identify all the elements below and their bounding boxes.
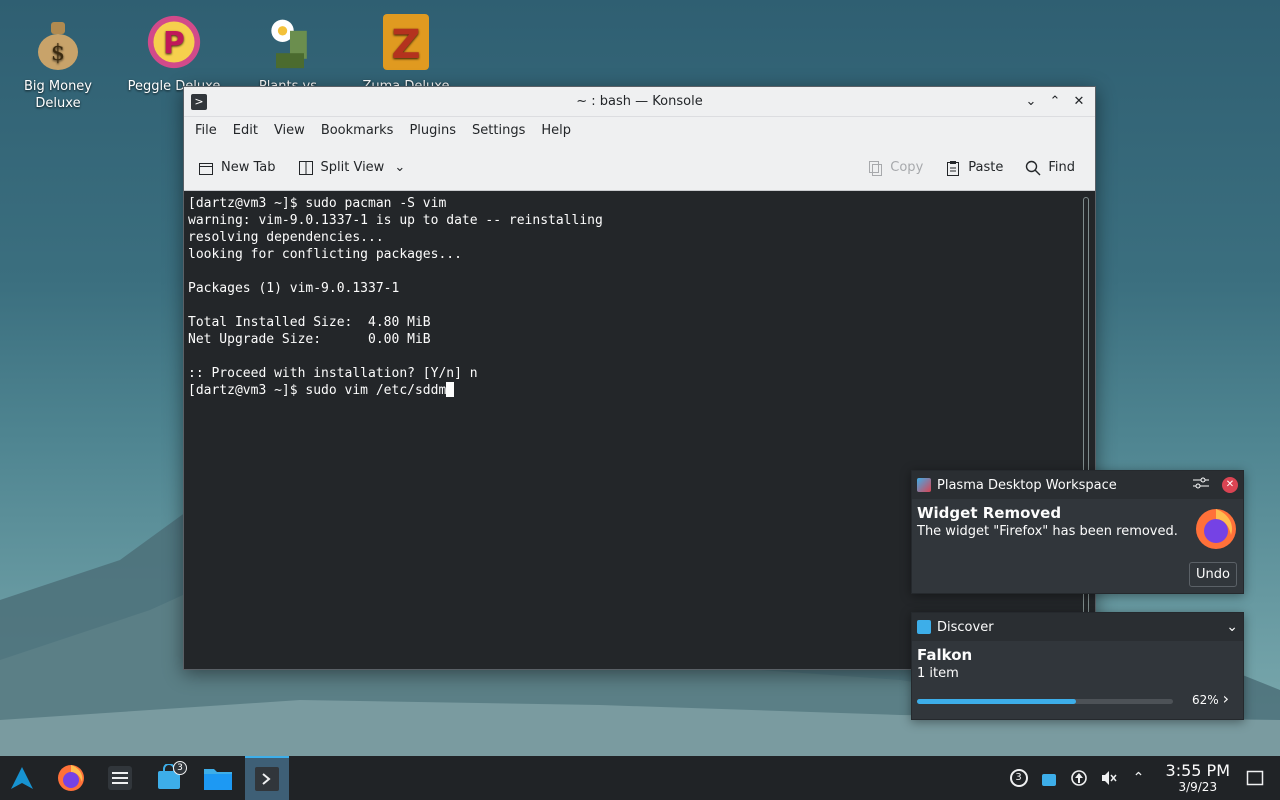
taskbar-konsole[interactable] — [245, 756, 289, 800]
show-desktop-icon[interactable] — [1244, 767, 1266, 789]
volume-muted-icon[interactable] — [1098, 767, 1120, 789]
notifications-count-icon[interactable]: 3 — [1008, 767, 1030, 789]
plants-icon — [262, 10, 318, 74]
menu-file[interactable]: File — [187, 117, 225, 145]
terminal-line: Packages (1) vim-9.0.1337-1 — [188, 281, 400, 296]
paste-icon — [943, 158, 963, 178]
copy-button[interactable]: Copy — [865, 158, 923, 178]
chevron-down-icon[interactable]: ⌄ — [394, 160, 405, 175]
copy-icon — [865, 158, 885, 178]
settings-icon — [108, 766, 132, 790]
desktop-icon-zuma[interactable]: Z Zuma Deluxe — [356, 2, 456, 95]
taskbar: 3 3 ⌃ 3:55 PM 3/9/23 — [0, 756, 1280, 800]
taskbar-dolphin[interactable] — [196, 756, 240, 800]
peggle-icon: P — [146, 10, 202, 74]
find-label: Find — [1048, 160, 1075, 175]
chevron-up-icon[interactable]: ⌃ — [1128, 767, 1150, 789]
terminal-prompt: [dartz@vm3 ~]$ sudo vim /etc/sddm — [188, 383, 447, 398]
paste-button[interactable]: Paste — [943, 158, 1003, 178]
zuma-icon: Z — [378, 10, 434, 74]
terminal-output[interactable]: [dartz@vm3 ~]$ sudo pacman -S vim warning… — [184, 191, 1084, 669]
notification-count-badge: 3 — [173, 761, 187, 775]
terminal-line: looking for conflicting packages... — [188, 247, 462, 262]
terminal-line: Net Upgrade Size: 0.00 MiB — [188, 332, 431, 347]
notification-text: 1 item — [917, 666, 959, 681]
notification-app-name: Plasma Desktop Workspace — [937, 477, 1117, 493]
menu-view[interactable]: View — [266, 117, 313, 145]
copy-label: Copy — [890, 160, 924, 175]
firefox-icon — [1193, 505, 1239, 555]
desktop-icon-big-money[interactable]: $ Big Money Deluxe — [8, 2, 108, 112]
firefox-icon — [58, 765, 84, 791]
new-tab-icon — [196, 158, 216, 178]
split-view-button[interactable]: Split View ⌄ — [296, 158, 405, 178]
taskbar-discover[interactable]: 3 — [147, 756, 191, 800]
notification-widget-removed: Plasma Desktop Workspace ✕ Widget Remove… — [911, 470, 1244, 594]
desktop-icon-label: Big Money Deluxe — [23, 79, 92, 111]
desktop-icon-plants-vs[interactable]: Plants vs. — [240, 2, 340, 95]
notification-text: The widget "Firefox" has been removed. — [917, 524, 1178, 539]
app-launcher-button[interactable] — [0, 756, 44, 800]
konsole-app-icon[interactable]: > — [191, 93, 207, 110]
configure-icon[interactable] — [1192, 476, 1210, 494]
svg-text:P: P — [163, 26, 185, 61]
toolbar: New Tab Split View ⌄ Copy Paste Find — [184, 145, 1095, 191]
new-tab-label: New Tab — [221, 160, 276, 175]
progress-bar — [917, 699, 1173, 704]
discover-updates-icon[interactable] — [1038, 767, 1060, 789]
window-title: ~ : bash — Konsole — [576, 94, 703, 109]
text-cursor — [446, 382, 455, 397]
terminal-line: ​ — [188, 263, 1080, 280]
menu-help[interactable]: Help — [533, 117, 579, 145]
notifications-count: 3 — [1009, 769, 1028, 787]
chevron-down-icon[interactable]: ⌄ — [1226, 619, 1238, 635]
notification-title: Falkon — [917, 646, 973, 664]
arch-logo-icon — [11, 767, 33, 789]
close-icon[interactable]: ✕ — [1222, 477, 1238, 493]
menu-bookmarks[interactable]: Bookmarks — [313, 117, 402, 145]
taskbar-system-settings[interactable] — [98, 756, 142, 800]
undo-button[interactable]: Undo — [1189, 562, 1237, 587]
svg-text:Z: Z — [391, 22, 420, 68]
clock[interactable]: 3:55 PM 3/9/23 — [1165, 761, 1230, 795]
progress-percent: 62% — [1192, 693, 1219, 707]
terminal-line: ​ — [188, 348, 1080, 365]
terminal-line: [dartz@vm3 ~]$ sudo pacman -S vim — [188, 196, 447, 211]
title-bar[interactable]: > ~ : bash — Konsole ⌄ ⌃ ✕ — [184, 87, 1095, 117]
find-button[interactable]: Find — [1023, 158, 1075, 178]
taskbar-firefox[interactable] — [49, 756, 93, 800]
menu-bar: File Edit View Bookmarks Plugins Setting… — [184, 117, 1095, 145]
discover-app-icon — [917, 620, 931, 634]
clock-date: 3/9/23 — [1178, 780, 1218, 794]
terminal-icon — [255, 767, 279, 791]
money-bag-icon: $ — [30, 10, 86, 74]
svg-text:$: $ — [51, 41, 65, 66]
notification-app-name: Discover — [937, 619, 994, 635]
terminal-line: ​ — [188, 297, 1080, 314]
notification-title: Widget Removed — [917, 504, 1062, 522]
new-tab-button[interactable]: New Tab — [196, 158, 276, 178]
maximize-icon[interactable]: ⌃ — [1045, 92, 1065, 112]
search-icon — [1023, 158, 1043, 178]
paste-label: Paste — [968, 160, 1004, 175]
terminal-line: Total Installed Size: 4.80 MiB — [188, 315, 431, 330]
folder-icon — [204, 769, 232, 790]
network-icon[interactable] — [1068, 767, 1090, 789]
clock-time: 3:55 PM — [1165, 761, 1230, 780]
minimize-icon[interactable]: ⌄ — [1021, 92, 1041, 112]
notification-discover: Discover ⌄ Falkon 1 item 62% › — [911, 612, 1244, 720]
menu-settings[interactable]: Settings — [464, 117, 533, 145]
close-icon[interactable]: ✕ — [1069, 92, 1089, 112]
menu-edit[interactable]: Edit — [225, 117, 266, 145]
chevron-right-icon[interactable]: › — [1223, 689, 1229, 708]
plasma-app-icon — [917, 478, 931, 492]
terminal-line: resolving dependencies... — [188, 230, 384, 245]
menu-plugins[interactable]: Plugins — [401, 117, 464, 145]
terminal-line: warning: vim-9.0.1337-1 is up to date --… — [188, 213, 603, 228]
split-view-icon — [296, 158, 316, 178]
desktop-icon-peggle[interactable]: P Peggle Deluxe — [124, 2, 224, 95]
progress-fill — [917, 699, 1076, 704]
terminal-line: :: Proceed with installation? [Y/n] n — [188, 366, 478, 381]
split-view-label: Split View — [320, 160, 385, 175]
